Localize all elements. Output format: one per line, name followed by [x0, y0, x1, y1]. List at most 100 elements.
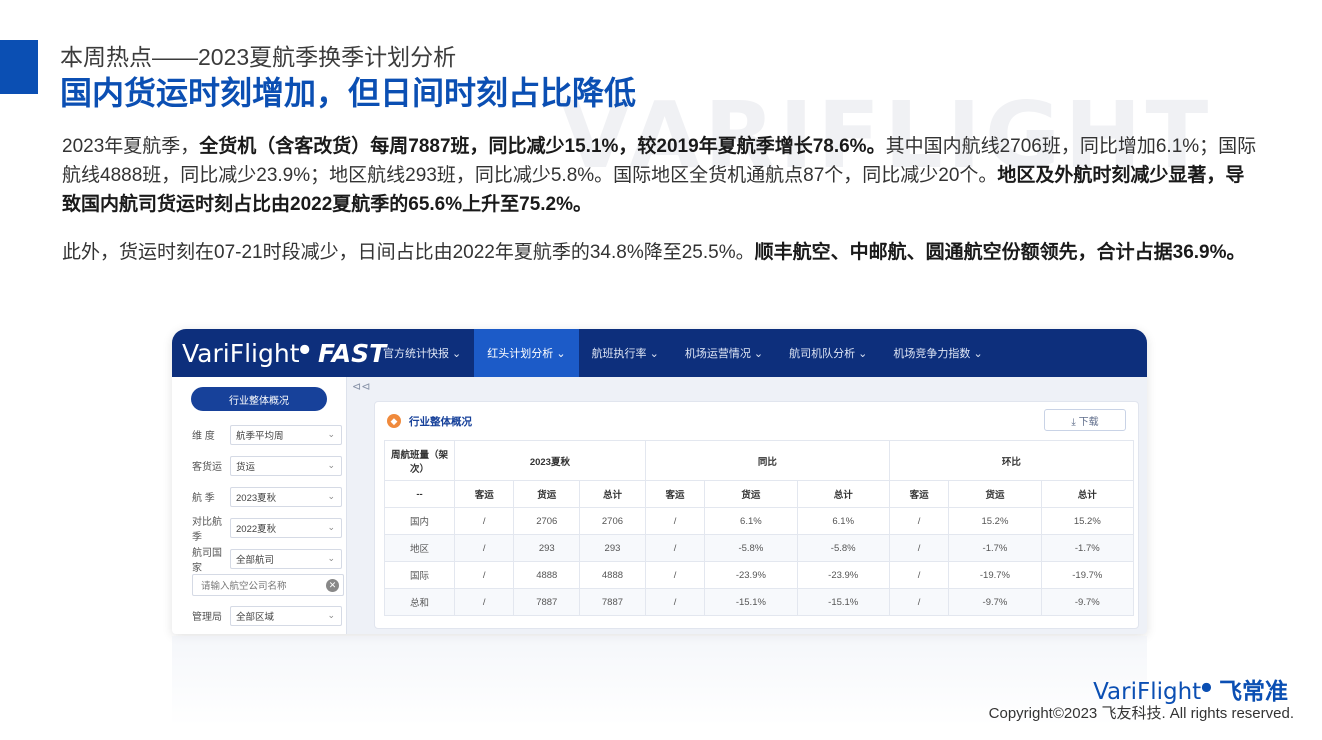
- table-cell: /: [644, 534, 706, 562]
- table-cell: 15.2%: [1040, 507, 1135, 535]
- nav-schedule-analysis[interactable]: 红头计划分析 ⌄: [474, 329, 579, 377]
- compare-season-select[interactable]: 2022夏秋 ⌄: [230, 517, 342, 538]
- table-row: 国际/4888 4888/-23.9% -23.9% / -19.7% -19.7%: [384, 561, 1135, 589]
- search-placeholder: 请输入航空公司名称: [201, 581, 287, 592]
- table-cell: /: [453, 588, 515, 616]
- group-header-yoy: 同比: [644, 440, 890, 481]
- subheader: --: [384, 480, 455, 508]
- nav-fleet-analysis[interactable]: 航司机队分析 ⌄: [776, 329, 880, 377]
- table-row: 地区/293 293/-5.8% -5.8% / -1.7% -1.7%: [384, 534, 1135, 562]
- table-cell: /: [453, 561, 515, 589]
- table-cell: 6.1%: [704, 507, 798, 535]
- select-value: 全部航司: [236, 554, 275, 566]
- table-cell: 总和: [384, 588, 455, 616]
- panel-icon: ◆: [387, 414, 401, 428]
- download-button[interactable]: ⤓ 下载: [1044, 409, 1126, 431]
- chevron-down-icon: ⌄: [327, 610, 335, 620]
- airline-country-select[interactable]: 全部航司 ⌄: [230, 548, 342, 569]
- table-cell: 6.1%: [796, 507, 890, 535]
- group-header-current: 2023夏秋: [454, 440, 646, 481]
- filter-compare-season: 对比航季 2022夏秋 ⌄: [172, 512, 346, 543]
- table-corner-header: 周航班量（架次）: [384, 440, 455, 481]
- filter-season: 航 季 2023夏秋 ⌄: [172, 481, 346, 512]
- table-body: 国内/2706 2706/6.1% 6.1%/15.2% 15.2% 地区/293 293…: [384, 507, 1135, 616]
- nav-airport-ops[interactable]: 机场运营情况 ⌄: [672, 329, 776, 377]
- table-cell: /: [453, 534, 515, 562]
- chevron-down-icon: ⌄: [327, 553, 335, 563]
- nav-official-stats[interactable]: 官方统计快报 ⌄: [370, 329, 474, 377]
- table-cell: -19.7%: [1040, 561, 1135, 589]
- select-value: 全部区域: [236, 611, 275, 623]
- table-cell: 293: [579, 534, 646, 562]
- table-cell: /: [888, 561, 950, 589]
- filter-label: 对比航季: [192, 516, 222, 543]
- filter-label: 维 度: [192, 431, 215, 442]
- app-screenshot: VariFlight● FAST 官方统计快报 ⌄ 红头计划分析 ⌄ 航班执行率…: [172, 329, 1147, 634]
- paragraph-1: 2023年夏航季，全货机（含客改货）每周7887班，同比减少15.1%，较201…: [62, 132, 1262, 219]
- nav-airport-index[interactable]: 机场竞争力指数 ⌄: [880, 329, 995, 377]
- table-cell: 4888: [579, 561, 646, 589]
- brand-logo: VariFlight● 飞常准: [1093, 679, 1288, 705]
- subheader: 货运: [948, 480, 1042, 508]
- table-cell: /: [888, 507, 950, 535]
- table-row: 总和/7887 7887/-15.1% -15.1% / -9.7% -9.7%: [384, 588, 1135, 616]
- table-cell: /: [644, 561, 706, 589]
- filter-label: 管理局: [192, 612, 222, 623]
- filter-label: 航司国家: [192, 547, 222, 574]
- subheader: 客运: [453, 480, 515, 508]
- logo-main: VariFlight: [182, 338, 300, 368]
- season-select[interactable]: 2023夏秋 ⌄: [230, 486, 342, 507]
- filter-airline-country: 航司国家 全部航司 ⌄: [172, 543, 346, 574]
- table-cell: 2706: [579, 507, 646, 535]
- dimension-select[interactable]: 航季平均周 ⌄: [230, 424, 342, 445]
- chevron-down-icon: ⌄: [327, 522, 335, 532]
- nav-execution-rate[interactable]: 航班执行率 ⌄: [579, 329, 672, 377]
- select-value: 货运: [236, 461, 256, 473]
- table-cell: -23.9%: [704, 561, 798, 589]
- para2-bold-1: 顺丰航空、中邮航、圆通航空份额领先，合计占据36.9%。: [754, 242, 1246, 263]
- subheader: 客运: [888, 480, 950, 508]
- table-cell: -9.7%: [1040, 588, 1135, 616]
- table-cell: 7887: [579, 588, 646, 616]
- table-cell: 15.2%: [948, 507, 1042, 535]
- table-cell: /: [644, 507, 706, 535]
- table-cell: /: [888, 534, 950, 562]
- select-value: 2022夏秋: [236, 523, 277, 535]
- clear-icon[interactable]: ✕: [326, 578, 339, 592]
- overview-panel: ◆ 行业整体概况 ⤓ 下载 周航班量（架次） 2023夏秋 同比 环比 -- 客…: [374, 401, 1139, 629]
- copyright: Copyright©2023 飞友科技. All rights reserved…: [988, 705, 1294, 722]
- table-cell: /: [644, 588, 706, 616]
- filter-transport-type: 客货运 货运 ⌄: [172, 450, 346, 481]
- table-cell: /: [888, 588, 950, 616]
- filter-dimension: 维 度 航季平均周 ⌄: [172, 419, 346, 450]
- app-logo[interactable]: VariFlight● FAST: [172, 338, 386, 368]
- table-cell: /: [453, 507, 515, 535]
- table-cell: -23.9%: [796, 561, 890, 589]
- subheader: 客运: [644, 480, 706, 508]
- chevron-down-icon: ⌄: [327, 429, 335, 439]
- table-cell: -5.8%: [704, 534, 798, 562]
- select-value: 2023夏秋: [236, 492, 277, 504]
- subheader: 总计: [579, 480, 646, 508]
- authority-select[interactable]: 全部区域 ⌄: [230, 605, 342, 626]
- sidebar-title-button[interactable]: 行业整体概况: [191, 387, 327, 411]
- chevron-down-icon: ⌄: [327, 460, 335, 470]
- table-cell: 2706: [513, 507, 581, 535]
- table-cell: -5.8%: [796, 534, 890, 562]
- subheader: 货运: [513, 480, 581, 508]
- table-cell: 地区: [384, 534, 455, 562]
- airline-search-input[interactable]: 请输入航空公司名称 ✕: [192, 574, 344, 596]
- select-value: 航季平均周: [236, 430, 284, 442]
- paragraph-2: 此外，货运时刻在07-21时段减少，日间占比由2022年夏航季的34.8%降至2…: [62, 238, 1262, 267]
- overview-table: 周航班量（架次） 2023夏秋 同比 环比 -- 客运 货运 总计 客运 货运 …: [384, 440, 1135, 616]
- accent-block: [0, 40, 38, 94]
- group-header-mom: 环比: [888, 440, 1135, 481]
- table-cell: 293: [513, 534, 581, 562]
- filter-authority: 管理局 全部区域 ⌄: [172, 600, 346, 631]
- collapse-sidebar-icon[interactable]: ⊲⊲: [352, 380, 370, 393]
- transport-type-select[interactable]: 货运 ⌄: [230, 455, 342, 476]
- slide-kicker: 本周热点——2023夏航季换季计划分析: [60, 44, 457, 70]
- table-cell: -1.7%: [1040, 534, 1135, 562]
- table-cell: -1.7%: [948, 534, 1042, 562]
- slide-headline: 国内货运时刻增加，但日间时刻占比降低: [60, 75, 637, 111]
